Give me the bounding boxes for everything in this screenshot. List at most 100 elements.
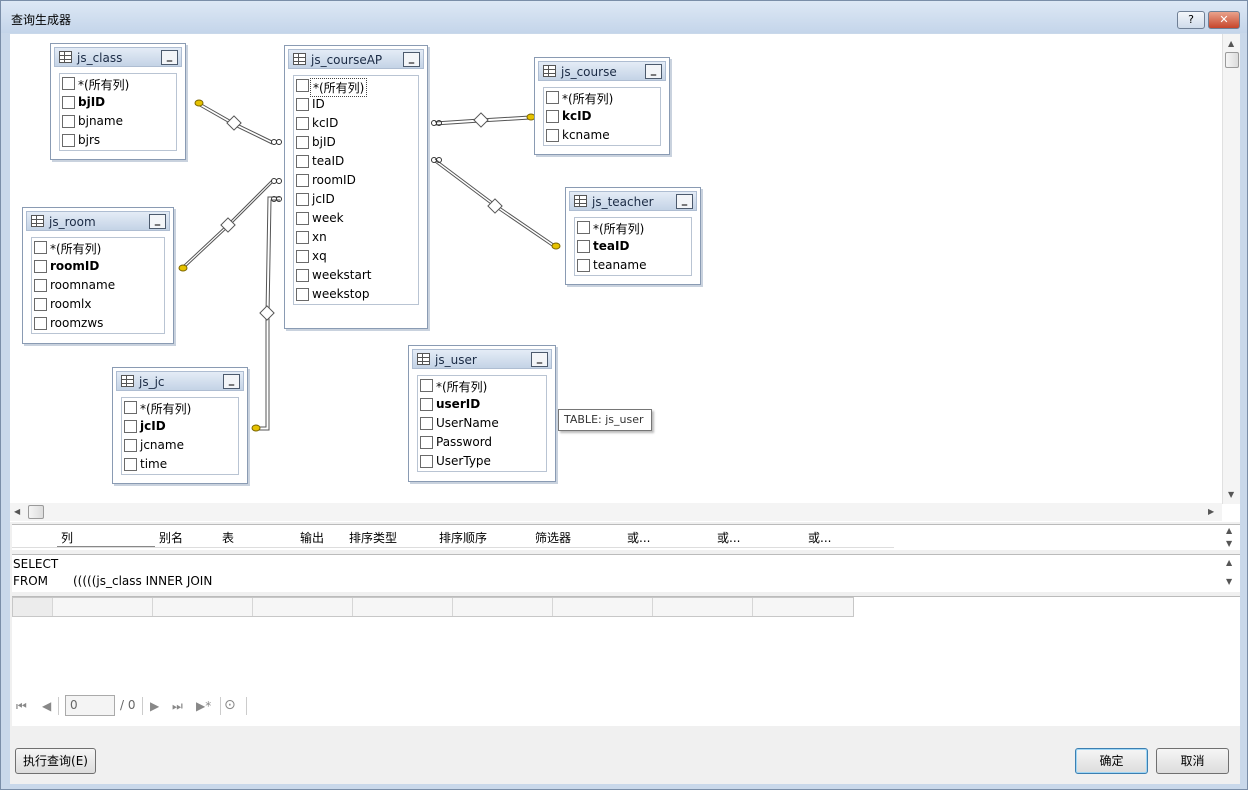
- scroll-thumb[interactable]: [28, 505, 44, 519]
- column-row[interactable]: roomID: [32, 257, 164, 276]
- scroll-left-icon[interactable]: ◀: [14, 507, 20, 516]
- column-checkbox[interactable]: [62, 115, 75, 128]
- column-row[interactable]: *(所有列): [60, 74, 176, 93]
- column-checkbox[interactable]: [62, 77, 75, 90]
- column-row[interactable]: xn: [294, 228, 418, 247]
- table-js-teacher[interactable]: js_teacher _ *(所有列) teaID teaname: [565, 187, 701, 285]
- new-record-icon[interactable]: ▶*: [196, 699, 211, 713]
- minimize-button[interactable]: _: [223, 374, 240, 389]
- column-row[interactable]: *(所有列): [32, 238, 164, 257]
- ok-button[interactable]: 确定: [1075, 748, 1148, 774]
- column-row[interactable]: bjname: [60, 112, 176, 131]
- column-row[interactable]: bjID: [60, 93, 176, 112]
- column-row[interactable]: userID: [418, 395, 546, 414]
- minimize-button[interactable]: _: [676, 194, 693, 209]
- column-checkbox[interactable]: [34, 317, 47, 330]
- column-row[interactable]: *(所有列): [294, 76, 418, 97]
- column-checkbox[interactable]: [296, 250, 309, 263]
- column-checkbox[interactable]: [124, 458, 137, 471]
- grid-header-filter[interactable]: 筛选器: [535, 527, 571, 547]
- column-checkbox[interactable]: [296, 155, 309, 168]
- column-row[interactable]: xq: [294, 247, 418, 266]
- column-checkbox[interactable]: [577, 221, 590, 234]
- grid-header-alias[interactable]: 别名: [159, 527, 183, 547]
- table-header[interactable]: js_course _: [538, 61, 666, 81]
- column-checkbox[interactable]: [577, 259, 590, 272]
- table-header[interactable]: js_courseAP _: [288, 49, 424, 69]
- column-checkbox[interactable]: [577, 240, 590, 253]
- page-number-input[interactable]: 0: [65, 695, 115, 716]
- column-checkbox[interactable]: [296, 136, 309, 149]
- last-record-icon[interactable]: ⏭: [172, 699, 183, 714]
- column-row[interactable]: *(所有列): [122, 398, 238, 417]
- first-record-icon[interactable]: ⏮: [16, 699, 27, 714]
- column-row[interactable]: *(所有列): [544, 88, 660, 107]
- table-js-course[interactable]: js_course _ *(所有列) kcID kcname: [534, 57, 670, 155]
- table-js-courseap[interactable]: js_courseAP _ *(所有列) ID kcID bjID teaID …: [284, 45, 428, 329]
- column-row[interactable]: kcID: [294, 114, 418, 133]
- column-checkbox[interactable]: [546, 110, 559, 123]
- column-row[interactable]: jcname: [122, 436, 238, 455]
- column-row[interactable]: jcID: [122, 417, 238, 436]
- table-header[interactable]: js_room _: [26, 211, 170, 231]
- grid-header-output[interactable]: 输出: [300, 527, 324, 547]
- scroll-down-icon[interactable]: ▼: [1228, 490, 1234, 499]
- next-record-icon[interactable]: ▶: [150, 699, 159, 713]
- grid-header-or[interactable]: 或...: [717, 527, 740, 547]
- scroll-up-icon[interactable]: ▲: [1226, 558, 1232, 567]
- close-button[interactable]: ✕: [1208, 11, 1240, 29]
- column-row[interactable]: weekstop: [294, 285, 418, 304]
- column-checkbox[interactable]: [420, 455, 433, 468]
- column-checkbox[interactable]: [124, 439, 137, 452]
- column-row[interactable]: bjID: [294, 133, 418, 152]
- column-row[interactable]: roomlx: [32, 295, 164, 314]
- minimize-button[interactable]: _: [645, 64, 662, 79]
- sql-pane[interactable]: SELECT FROM (((((js_class INNER JOIN ▲ ▼: [12, 554, 1240, 592]
- column-row[interactable]: Password: [418, 433, 546, 452]
- column-row[interactable]: kcID: [544, 107, 660, 126]
- column-checkbox[interactable]: [420, 436, 433, 449]
- minimize-button[interactable]: _: [149, 214, 166, 229]
- table-header[interactable]: js_class _: [54, 47, 182, 67]
- column-checkbox[interactable]: [296, 231, 309, 244]
- scroll-up-icon[interactable]: ▲: [1228, 39, 1234, 48]
- column-row[interactable]: roomzws: [32, 314, 164, 333]
- column-checkbox[interactable]: [124, 420, 137, 433]
- column-checkbox[interactable]: [34, 298, 47, 311]
- column-checkbox[interactable]: [420, 398, 433, 411]
- diagram-vscrollbar[interactable]: ▲ ▼: [1222, 34, 1240, 504]
- scroll-up-icon[interactable]: ▲: [1226, 526, 1232, 535]
- column-checkbox[interactable]: [546, 91, 559, 104]
- table-js-class[interactable]: js_class _ *(所有列) bjID bjname bjrs: [50, 43, 186, 160]
- table-js-jc[interactable]: js_jc _ *(所有列) jcID jcname time: [112, 367, 248, 484]
- column-row[interactable]: teaID: [575, 237, 691, 256]
- scroll-down-icon[interactable]: ▼: [1226, 577, 1232, 586]
- minimize-button[interactable]: _: [531, 352, 548, 367]
- scroll-thumb[interactable]: [1225, 52, 1239, 68]
- table-js-user[interactable]: js_user _ *(所有列) userID UserName Passwor…: [408, 345, 556, 482]
- column-checkbox[interactable]: [34, 260, 47, 273]
- column-checkbox[interactable]: [34, 279, 47, 292]
- column-checkbox[interactable]: [34, 241, 47, 254]
- scroll-down-icon[interactable]: ▼: [1226, 539, 1232, 548]
- previous-record-icon[interactable]: ◀: [42, 699, 51, 713]
- grid-header-sort-order[interactable]: 排序顺序: [439, 527, 487, 547]
- column-row[interactable]: UserType: [418, 452, 546, 471]
- column-row[interactable]: *(所有列): [575, 218, 691, 237]
- column-checkbox[interactable]: [296, 269, 309, 282]
- column-row[interactable]: teaID: [294, 152, 418, 171]
- column-row[interactable]: week: [294, 209, 418, 228]
- grid-header-or[interactable]: 或...: [808, 527, 831, 547]
- column-checkbox[interactable]: [420, 417, 433, 430]
- stop-icon[interactable]: ⊙: [224, 697, 236, 713]
- scroll-right-icon[interactable]: ▶: [1208, 507, 1214, 516]
- column-checkbox[interactable]: [420, 379, 433, 392]
- column-row[interactable]: roomID: [294, 171, 418, 190]
- column-checkbox[interactable]: [296, 212, 309, 225]
- minimize-button[interactable]: _: [403, 52, 420, 67]
- column-row[interactable]: time: [122, 455, 238, 474]
- column-checkbox[interactable]: [62, 96, 75, 109]
- column-row[interactable]: roomname: [32, 276, 164, 295]
- column-row[interactable]: UserName: [418, 414, 546, 433]
- column-row[interactable]: *(所有列): [418, 376, 546, 395]
